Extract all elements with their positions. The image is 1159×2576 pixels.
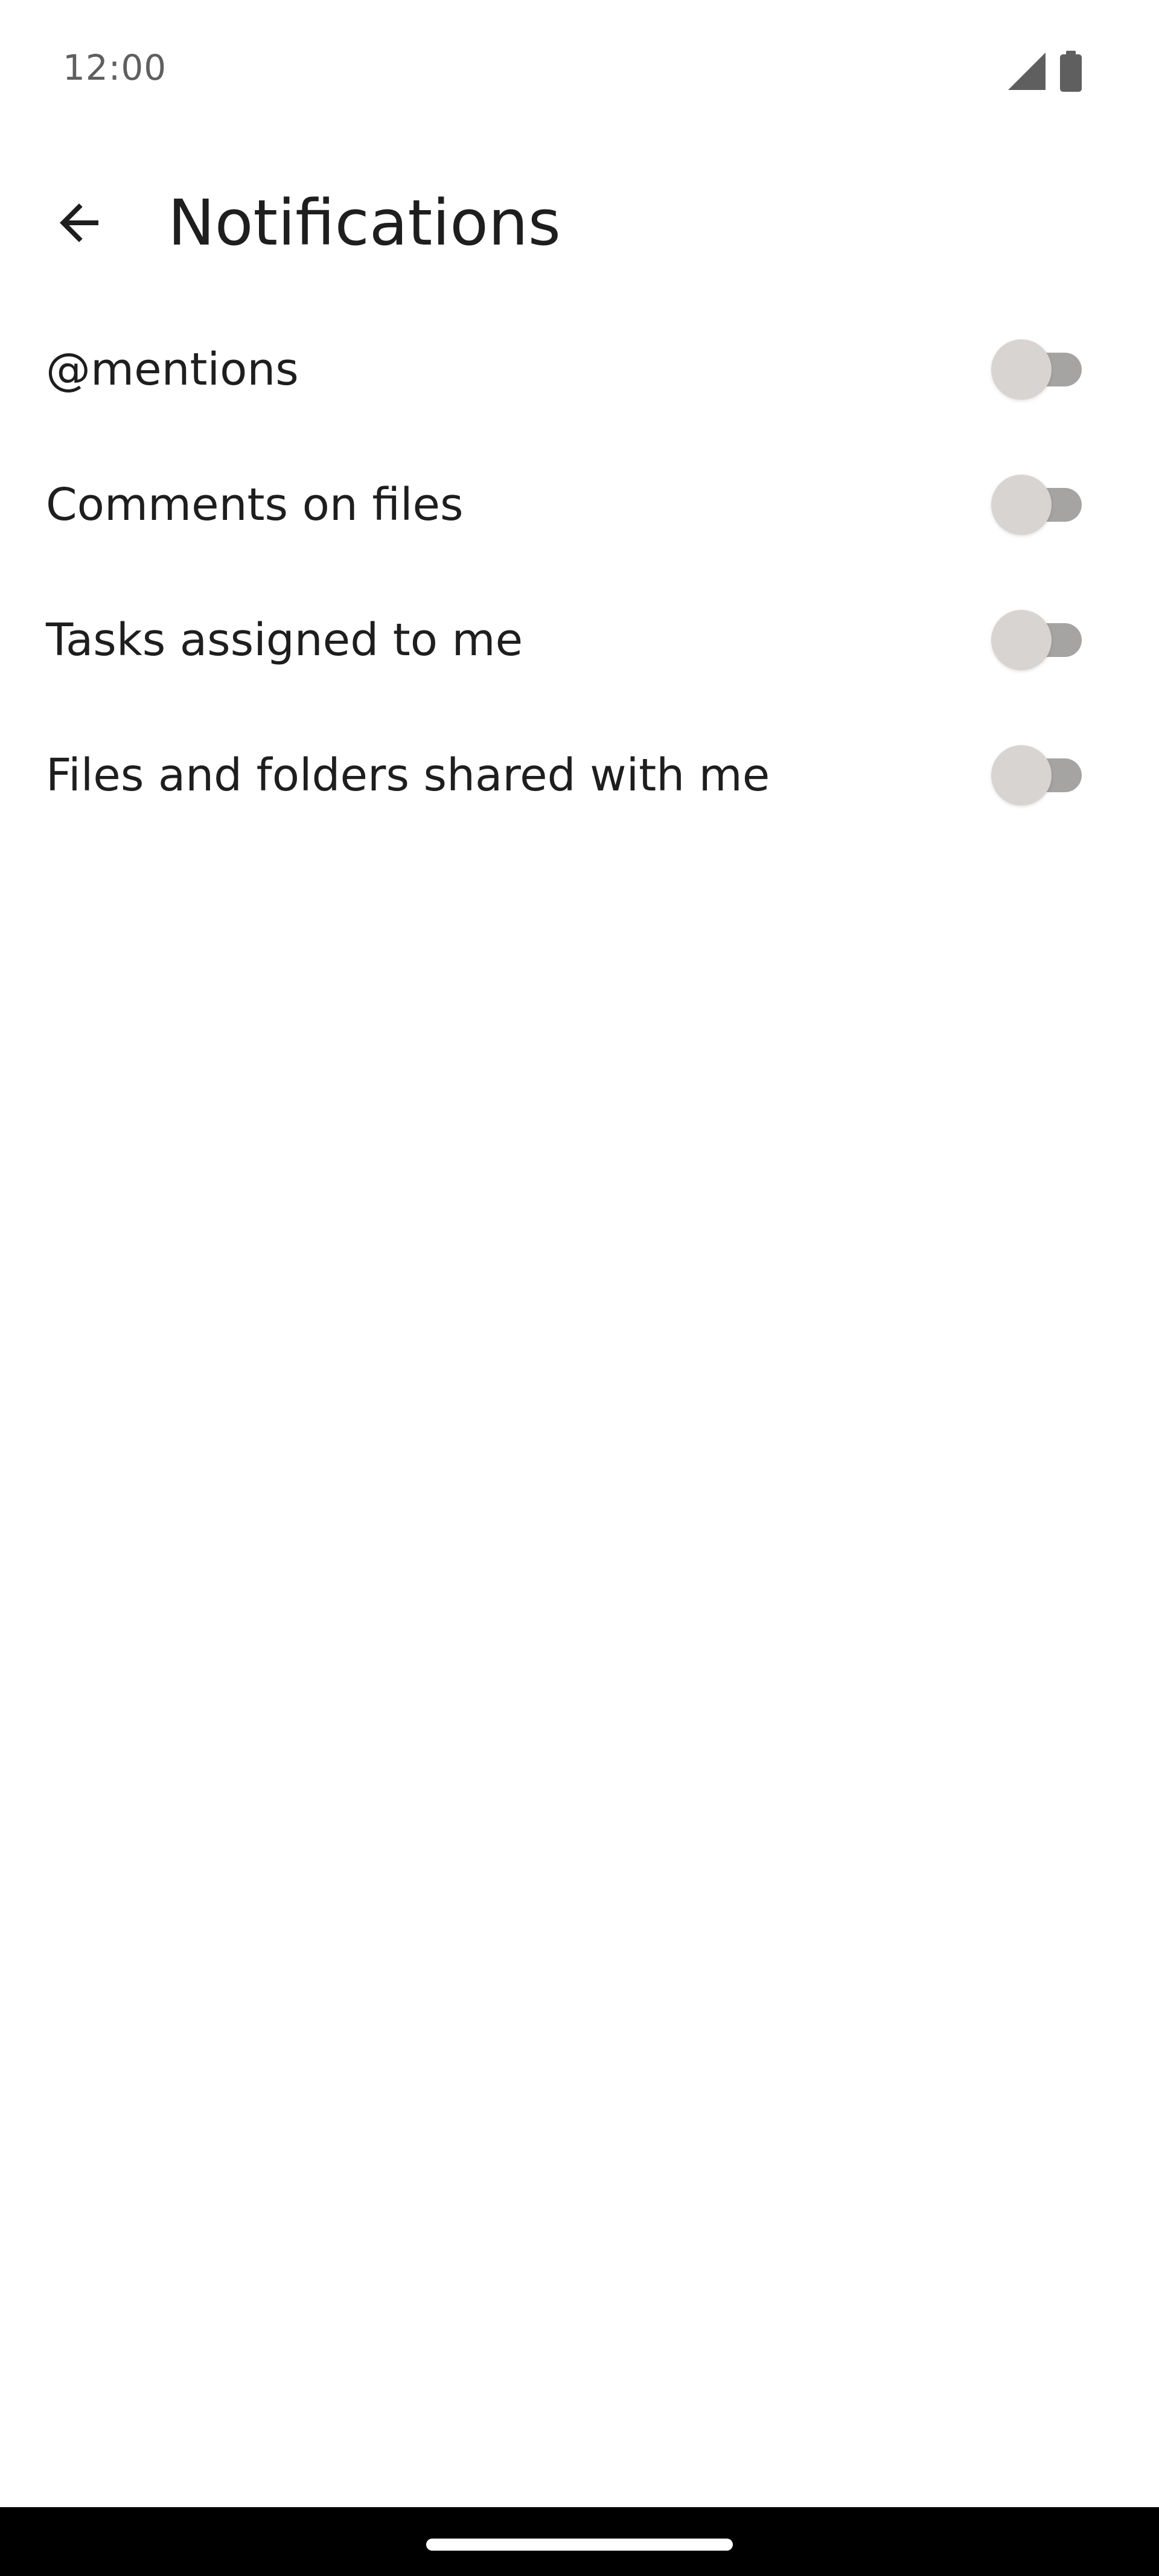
toggle-thumb [991,610,1052,670]
setting-label: Tasks assigned to me [46,614,523,666]
back-button[interactable] [34,179,124,269]
status-time: 12:00 [63,47,167,88]
signal-icon [1008,53,1046,90]
navigation-bar [0,2507,1159,2576]
app-header: Notifications [0,158,1159,285]
tasks-toggle[interactable] [991,610,1082,670]
page-title: Notifications [168,186,561,260]
arrow-left-icon [50,194,108,254]
shared-toggle[interactable] [991,745,1082,806]
battery-icon [1060,51,1082,92]
setting-row-comments[interactable]: Comments on files [0,437,1159,572]
setting-row-shared[interactable]: Files and folders shared with me [0,708,1159,843]
mentions-toggle[interactable] [991,339,1082,400]
home-indicator[interactable] [426,2539,733,2551]
comments-toggle[interactable] [991,475,1082,535]
setting-row-mentions[interactable]: @mentions [0,302,1159,437]
status-icons [1008,51,1082,92]
setting-label: Comments on files [46,479,464,531]
setting-row-tasks[interactable]: Tasks assigned to me [0,572,1159,708]
setting-label: Files and folders shared with me [46,749,770,801]
toggle-thumb [991,745,1052,806]
toggle-thumb [991,475,1052,535]
setting-label: @mentions [46,344,299,396]
status-bar: 12:00 [0,0,1159,141]
toggle-thumb [991,339,1052,400]
